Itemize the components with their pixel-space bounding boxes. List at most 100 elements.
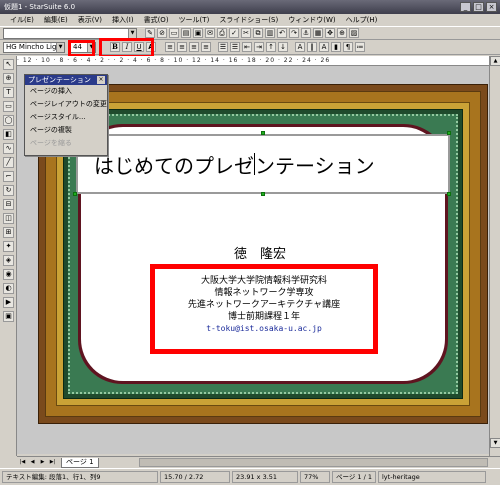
menu-format[interactable]: 書式(O) bbox=[144, 15, 169, 25]
line-tool-icon[interactable]: ╱ bbox=[3, 157, 14, 168]
status-position: 15.70 / 2.72 bbox=[160, 471, 230, 483]
slide-title-textbox[interactable]: はじめてのプレゼ ンテーション bbox=[76, 134, 450, 194]
status-page: ページ 1 / 1 bbox=[332, 471, 376, 483]
affiliation-line: 先進ネットワークアーキテクチャ講座 bbox=[187, 300, 341, 310]
next-page-icon[interactable]: ▶ bbox=[38, 458, 47, 467]
open-icon[interactable]: ▤ bbox=[181, 28, 191, 38]
zoom-tool-icon[interactable]: ⊕ bbox=[3, 73, 14, 84]
menu-slideshow[interactable]: スライドショー(S) bbox=[219, 15, 278, 25]
page-tab-bar: |◀ ◀ ▶ ▶| ページ 1 bbox=[17, 456, 500, 468]
move-up-icon[interactable]: ↑ bbox=[266, 42, 276, 52]
panel-item-page-style[interactable]: ページスタイル... bbox=[25, 111, 107, 124]
hyperlink-icon[interactable]: ⚓ bbox=[301, 28, 311, 38]
curve-tool-icon[interactable]: ∿ bbox=[3, 143, 14, 154]
resize-handle[interactable] bbox=[447, 131, 451, 135]
indent-right-icon[interactable]: ⇥ bbox=[254, 42, 264, 52]
panel-item-expand-page: ページを縮る bbox=[30, 139, 72, 147]
font-color-icon[interactable]: A bbox=[319, 42, 329, 52]
undo-icon[interactable]: ↶ bbox=[277, 28, 287, 38]
slide-affiliation-box[interactable]: 大阪大学大学院情報科学研究科 情報ネットワーク学専攻 先進ネットワークアーキテク… bbox=[150, 264, 378, 354]
page-tool-icon[interactable]: ▣ bbox=[3, 311, 14, 322]
align-left-icon[interactable]: ≡ bbox=[165, 42, 175, 52]
close-icon[interactable]: × bbox=[97, 76, 105, 84]
menu-help[interactable]: ヘルプ(H) bbox=[346, 15, 378, 25]
url-combo[interactable]: ▼ bbox=[3, 27, 137, 39]
dropdown-arrow-icon: ▼ bbox=[56, 42, 64, 52]
highlight-icon[interactable]: ▮ bbox=[331, 42, 341, 52]
ellipse-tool-icon[interactable]: ◯ bbox=[3, 115, 14, 126]
text-tool-icon[interactable]: T bbox=[3, 87, 14, 98]
3d-tool-icon[interactable]: ◈ bbox=[3, 255, 14, 266]
justify-icon[interactable]: ≡ bbox=[201, 42, 211, 52]
prev-page-icon[interactable]: ◀ bbox=[28, 458, 37, 467]
menu-file[interactable]: イル(E) bbox=[10, 15, 34, 25]
maximize-button[interactable]: □ bbox=[473, 2, 484, 12]
panel-item-change-layout[interactable]: ページレイアウトの変更 bbox=[25, 98, 107, 111]
rectangle-tool-icon[interactable]: ▭ bbox=[3, 101, 14, 112]
vertical-scrollbar[interactable]: ▲ ▼ bbox=[489, 56, 500, 456]
bullets-icon[interactable]: ☰ bbox=[218, 42, 228, 52]
panel-item-duplicate-page[interactable]: ページの複製 bbox=[25, 124, 107, 137]
menu-view[interactable]: 表示(V) bbox=[78, 15, 102, 25]
new-document-icon[interactable]: ▭ bbox=[169, 28, 179, 38]
cube-tool-icon[interactable]: ◧ bbox=[3, 129, 14, 140]
presentation-panel-title[interactable]: プレゼンテーション × bbox=[25, 75, 107, 85]
char-spacing-icon[interactable]: A bbox=[295, 42, 305, 52]
print-icon[interactable]: ⎙ bbox=[217, 28, 227, 38]
menu-insert[interactable]: 挿入(I) bbox=[112, 15, 134, 25]
first-page-icon[interactable]: |◀ bbox=[18, 458, 27, 467]
table-icon[interactable]: ▦ bbox=[313, 28, 323, 38]
gallery-icon[interactable]: ▨ bbox=[349, 28, 359, 38]
menu-tools[interactable]: ツール(T) bbox=[179, 15, 210, 25]
author-email: t-toku@ist.osaka-u.ac.jp bbox=[206, 324, 322, 333]
effects-tool-icon[interactable]: ✦ bbox=[3, 241, 14, 252]
select-tool-icon[interactable]: ↖ bbox=[3, 59, 14, 70]
list-style-icon[interactable]: ≔ bbox=[355, 42, 365, 52]
move-down-icon[interactable]: ↓ bbox=[278, 42, 288, 52]
horizontal-scrollbar[interactable] bbox=[138, 458, 488, 467]
paste-icon[interactable]: ▥ bbox=[265, 28, 275, 38]
last-page-icon[interactable]: ▶| bbox=[48, 458, 57, 467]
panel-item-insert-page[interactable]: ページの挿入 bbox=[25, 85, 107, 98]
copy-icon[interactable]: ⧉ bbox=[253, 28, 263, 38]
align-right-icon[interactable]: ≡ bbox=[189, 42, 199, 52]
menu-edit[interactable]: 編集(E) bbox=[44, 15, 68, 25]
menu-window[interactable]: ウィンドウ(W) bbox=[288, 15, 335, 25]
cut-icon[interactable]: ✂ bbox=[241, 28, 251, 38]
navigator-icon[interactable]: ✥ bbox=[325, 28, 335, 38]
align-center-icon[interactable]: ≡ bbox=[177, 42, 187, 52]
animation-tool-icon[interactable]: ◐ bbox=[3, 283, 14, 294]
slideshow-tool-icon[interactable]: ▶ bbox=[3, 297, 14, 308]
arrange-tool-icon[interactable]: ◫ bbox=[3, 213, 14, 224]
edit-file-icon[interactable]: ✎ bbox=[145, 28, 155, 38]
redo-icon[interactable]: ↷ bbox=[289, 28, 299, 38]
scroll-up-icon[interactable]: ▲ bbox=[490, 56, 500, 66]
zoom-icon[interactable]: ⊕ bbox=[337, 28, 347, 38]
align-tool-icon[interactable]: ⊟ bbox=[3, 199, 14, 210]
status-zoom[interactable]: 77% bbox=[300, 471, 330, 483]
resize-handle[interactable] bbox=[261, 192, 265, 196]
scroll-down-icon[interactable]: ▼ bbox=[490, 438, 500, 448]
slide-author[interactable]: 徳 隆宏 bbox=[170, 243, 350, 262]
indent-left-icon[interactable]: ⇤ bbox=[242, 42, 252, 52]
resize-handle[interactable] bbox=[447, 192, 451, 196]
window-title: 仮題1 - StarSuite 6.0 bbox=[4, 3, 76, 11]
save-icon[interactable]: ▣ bbox=[193, 28, 203, 38]
minimize-button[interactable]: _ bbox=[460, 2, 471, 12]
interaction-tool-icon[interactable]: ◉ bbox=[3, 269, 14, 280]
font-name-combo[interactable]: HG Mincho Light ▼ bbox=[3, 41, 65, 53]
resize-handle[interactable] bbox=[261, 131, 265, 135]
spellcheck-icon[interactable]: ✓ bbox=[229, 28, 239, 38]
rotate-tool-icon[interactable]: ↻ bbox=[3, 185, 14, 196]
stop-icon[interactable]: ⊘ bbox=[157, 28, 167, 38]
connector-tool-icon[interactable]: ⌐ bbox=[3, 171, 14, 182]
close-button[interactable]: × bbox=[486, 2, 497, 12]
status-size: 23.91 x 3.51 bbox=[232, 471, 298, 483]
insert-tool-icon[interactable]: ⊞ bbox=[3, 227, 14, 238]
tab-page-1[interactable]: ページ 1 bbox=[61, 457, 99, 468]
numbering-icon[interactable]: ☰ bbox=[230, 42, 240, 52]
mail-icon[interactable]: ✉ bbox=[205, 28, 215, 38]
paragraph-icon[interactable]: ¶ bbox=[343, 42, 353, 52]
line-spacing-icon[interactable]: ‖ bbox=[307, 42, 317, 52]
resize-handle[interactable] bbox=[73, 192, 77, 196]
